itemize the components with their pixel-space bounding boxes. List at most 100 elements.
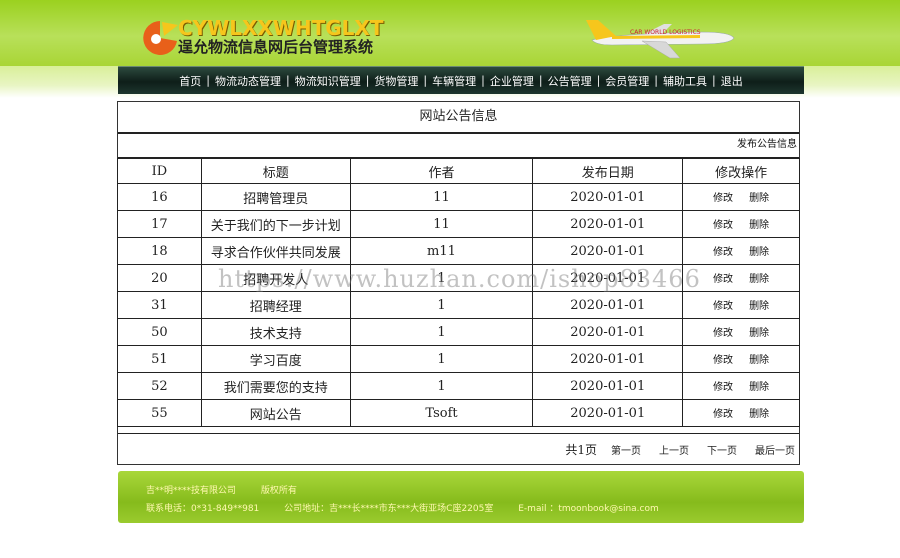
last-page-link[interactable]: 最后一页 — [755, 442, 795, 457]
panel-title: 网站公告信息 — [118, 102, 799, 134]
edit-link[interactable]: 修改 — [713, 301, 733, 312]
nav-item-members[interactable]: 会员管理 — [600, 73, 654, 89]
nav-item-logistics-knowledge[interactable]: 物流知识管理 — [290, 73, 366, 89]
footer-email: E-mail ：tmoonbook@sina.com — [518, 504, 659, 514]
cell-id: 52 — [118, 373, 201, 399]
cell-actions: 修改 删除 — [683, 292, 799, 318]
cell-title: 招聘开发人 — [201, 265, 350, 291]
edit-link[interactable]: 修改 — [713, 274, 733, 285]
cell-id: 16 — [118, 184, 201, 210]
delete-link[interactable]: 删除 — [749, 328, 769, 339]
nav-item-logistics-news[interactable]: 物流动态管理 — [210, 73, 286, 89]
delete-link[interactable]: 删除 — [749, 247, 769, 258]
cell-author: 1 — [350, 346, 533, 372]
column-header-date: 发布日期 — [533, 159, 683, 183]
table-header-row: ID 标题 作者 发布日期 修改操作 — [118, 159, 799, 183]
cell-date: 2020-01-01 — [533, 373, 683, 399]
cell-author: 1 — [350, 373, 533, 399]
table-row: 52 我们需要您的支持 1 2020-01-01 修改 删除 — [118, 373, 799, 399]
delete-link[interactable]: 删除 — [749, 274, 769, 285]
cell-author: 1 — [350, 319, 533, 345]
prev-page-link[interactable]: 上一页 — [659, 442, 689, 457]
cell-title: 技术支持 — [201, 319, 350, 345]
next-page-link[interactable]: 下一页 — [707, 442, 737, 457]
delete-link[interactable]: 删除 — [749, 382, 769, 393]
cell-id: 50 — [118, 319, 201, 345]
nav-item-companies[interactable]: 企业管理 — [485, 73, 539, 89]
table-row: 31 招聘经理 1 2020-01-01 修改 删除 — [118, 292, 799, 318]
column-header-id: ID — [118, 159, 201, 183]
cell-date: 2020-01-01 — [533, 238, 683, 264]
nav-item-home[interactable]: 首页 — [174, 73, 206, 89]
column-header-actions: 修改操作 — [683, 159, 799, 183]
edit-link[interactable]: 修改 — [713, 409, 733, 420]
cell-actions: 修改 删除 — [683, 373, 799, 399]
column-header-title: 标题 — [201, 159, 350, 183]
logo-english-text: CYWLXXWHTGLXT — [178, 16, 384, 40]
table-row: 16 招聘管理员 11 2020-01-01 修改 删除 — [118, 184, 799, 210]
cell-id: 20 — [118, 265, 201, 291]
footer-address: 公司地址：吉***长****市东***大街亚场C座2205室 — [284, 504, 494, 514]
delete-link[interactable]: 删除 — [749, 355, 769, 366]
cell-id: 51 — [118, 346, 201, 372]
cell-title: 学习百度 — [201, 346, 350, 372]
cell-author: Tsoft — [350, 400, 533, 426]
cell-id: 31 — [118, 292, 201, 318]
cell-date: 2020-01-01 — [533, 211, 683, 237]
cell-author: m11 — [350, 238, 533, 264]
cell-id: 55 — [118, 400, 201, 426]
cell-title: 寻求合作伙伴共同发展 — [201, 238, 350, 264]
delete-link[interactable]: 删除 — [749, 220, 769, 231]
cell-actions: 修改 删除 — [683, 319, 799, 345]
nav-item-notices[interactable]: 公告管理 — [543, 73, 597, 89]
edit-link[interactable]: 修改 — [713, 382, 733, 393]
cell-author: 11 — [350, 184, 533, 210]
first-page-link[interactable]: 第一页 — [611, 442, 641, 457]
edit-link[interactable]: 修改 — [713, 220, 733, 231]
table-row: 20 招聘开发人 1 2020-01-01 修改 删除 — [118, 265, 799, 291]
footer-phone: 联系电话：0*31-849**981 — [146, 504, 260, 514]
svg-text:CAR WORLD LOGISTICS: CAR WORLD LOGISTICS — [630, 29, 701, 36]
delete-link[interactable]: 删除 — [749, 409, 769, 420]
cell-title: 招聘管理员 — [201, 184, 350, 210]
cell-date: 2020-01-01 — [533, 319, 683, 345]
edit-link[interactable]: 修改 — [713, 193, 733, 204]
cell-title: 关于我们的下一步计划 — [201, 211, 350, 237]
table-row: 50 技术支持 1 2020-01-01 修改 删除 — [118, 319, 799, 345]
cell-title: 网站公告 — [201, 400, 350, 426]
footer: 吉**明****技有限公司 版权所有 联系电话：0*31-849**981 公司… — [118, 471, 804, 523]
nav-item-vehicles[interactable]: 车辆管理 — [427, 73, 481, 89]
cell-id: 17 — [118, 211, 201, 237]
cell-author: 11 — [350, 211, 533, 237]
footer-company: 吉**明****技有限公司 — [146, 486, 237, 496]
delete-link[interactable]: 删除 — [749, 301, 769, 312]
page-count: 共1页 — [565, 442, 597, 457]
notice-panel: 网站公告信息 发布公告信息 ID 标题 作者 发布日期 修改操作 16 招聘管理员… — [117, 101, 800, 465]
publish-notice-link[interactable]: 发布公告信息 — [737, 139, 797, 150]
edit-link[interactable]: 修改 — [713, 247, 733, 258]
column-header-author: 作者 — [350, 159, 533, 183]
table-row: 55 网站公告 Tsoft 2020-01-01 修改 删除 — [118, 400, 799, 426]
cell-actions: 修改 删除 — [683, 211, 799, 237]
main-nav: 首页 | 物流动态管理 | 物流知识管理 | 货物管理 | 车辆管理 | 企业管理 | 公告… — [118, 66, 804, 94]
cell-author: 1 — [350, 292, 533, 318]
cell-date: 2020-01-01 — [533, 265, 683, 291]
cell-author: 1 — [350, 265, 533, 291]
nav-item-logout[interactable]: 退出 — [716, 73, 748, 89]
logo-icon — [143, 21, 178, 55]
notice-table: ID 标题 作者 发布日期 修改操作 16 招聘管理员 11 2020-01-01 修改… — [117, 158, 800, 427]
cell-actions: 修改 删除 — [683, 238, 799, 264]
table-row: 18 寻求合作伙伴共同发展 m11 2020-01-01 修改 删除 — [118, 238, 799, 264]
delete-link[interactable]: 删除 — [749, 193, 769, 204]
cell-date: 2020-01-01 — [533, 346, 683, 372]
cell-title: 招聘经理 — [201, 292, 350, 318]
logo-chinese-title: 逞允物流信息网后台管理系统 — [178, 38, 374, 56]
nav-item-goods[interactable]: 货物管理 — [369, 73, 423, 89]
cell-id: 18 — [118, 238, 201, 264]
cell-date: 2020-01-01 — [533, 292, 683, 318]
edit-link[interactable]: 修改 — [713, 328, 733, 339]
edit-link[interactable]: 修改 — [713, 355, 733, 366]
footer-rights: 版权所有 — [260, 486, 297, 496]
notice-table-body: 16 招聘管理员 11 2020-01-01 修改 删除 17 关于我们的下一步计划 11 202… — [118, 184, 799, 426]
nav-item-tools[interactable]: 辅助工具 — [658, 73, 712, 89]
